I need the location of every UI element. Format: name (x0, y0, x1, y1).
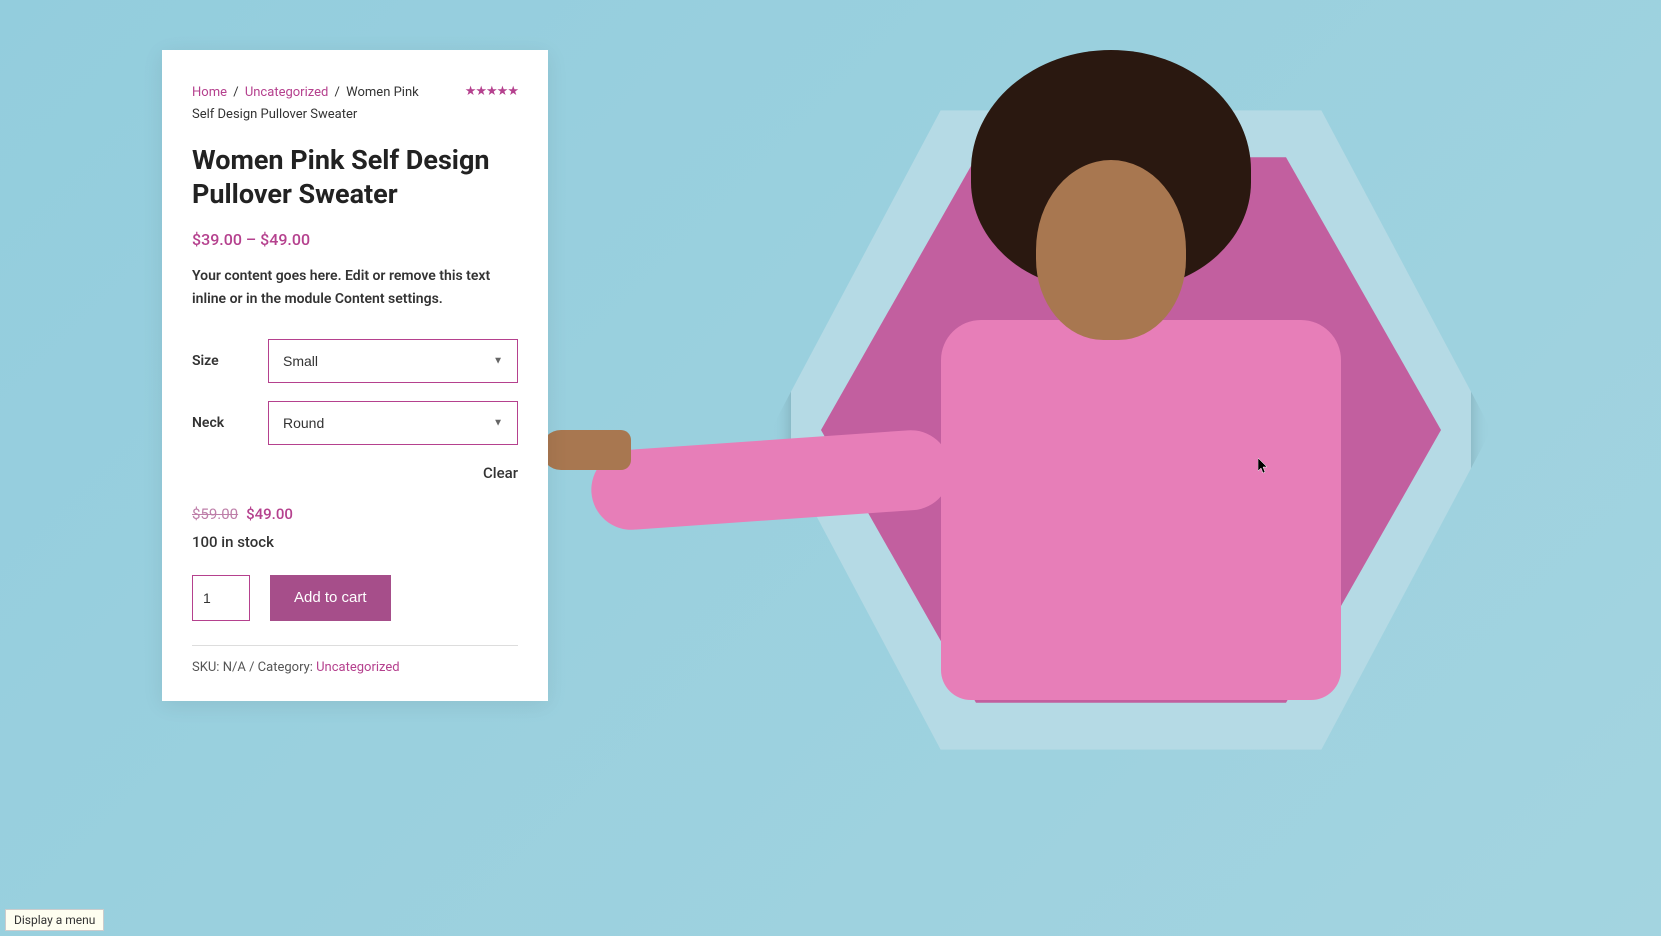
quantity-input[interactable] (192, 575, 250, 621)
old-price: $59.00 (192, 505, 238, 523)
model-figure (881, 60, 1381, 780)
new-price: $49.00 (246, 505, 293, 523)
variation-neck-row: Neck Round ▼ (192, 401, 518, 445)
clear-variations-link[interactable]: Clear (483, 464, 518, 482)
breadcrumb-separator: / (233, 85, 238, 100)
stock-status: 100 in stock (192, 533, 518, 551)
product-meta: SKU: N/A / Category: Uncategorized (192, 660, 518, 675)
price-range: $39.00 – $49.00 (192, 230, 518, 249)
divider (192, 645, 518, 646)
sku-label: SKU: (192, 660, 219, 675)
breadcrumb: Home / Uncategorized / Women Pink Self D… (192, 82, 422, 126)
product-card: Home / Uncategorized / Women Pink Self D… (162, 50, 548, 701)
breadcrumb-separator: / (335, 85, 340, 100)
product-description: Your content goes here. Edit or remove t… (192, 265, 518, 311)
size-label: Size (192, 353, 268, 369)
context-menu-tooltip: Display a menu (5, 909, 104, 931)
variation-size-row: Size Small ▼ (192, 339, 518, 383)
neck-select-wrap: Round ▼ (268, 401, 518, 445)
meta-separator: / (249, 660, 254, 675)
sku-value: N/A (223, 660, 246, 675)
size-select-wrap: Small ▼ (268, 339, 518, 383)
breadcrumb-home-link[interactable]: Home (192, 85, 227, 100)
breadcrumb-category-link[interactable]: Uncategorized (245, 85, 328, 100)
product-title: Women Pink Self Design Pullover Sweater (192, 144, 518, 212)
star-rating-icon: ★★★★★ (465, 84, 518, 99)
add-to-cart-button[interactable]: Add to cart (270, 575, 391, 621)
selected-price: $59.00 $49.00 (192, 504, 518, 523)
neck-select[interactable]: Round (269, 402, 517, 444)
neck-label: Neck (192, 415, 268, 431)
category-label: Category: (258, 660, 313, 675)
size-select[interactable]: Small (269, 340, 517, 382)
category-link[interactable]: Uncategorized (316, 660, 399, 675)
